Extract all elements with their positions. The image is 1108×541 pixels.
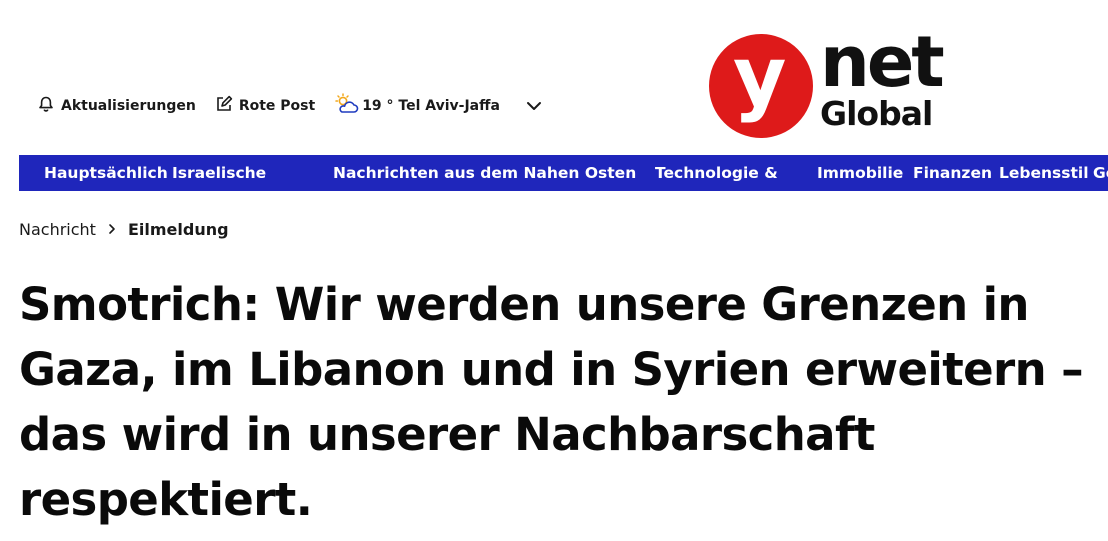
nav-item-israeli[interactable]: Israelische	[172, 155, 266, 191]
logo-net-text: net	[820, 21, 945, 103]
chevron-right-icon	[108, 223, 116, 235]
breadcrumb-current[interactable]: Eilmeldung	[128, 220, 229, 239]
updates-label: Aktualisierungen	[61, 98, 196, 114]
nav-item-real-estate[interactable]: Immobilie	[817, 155, 903, 191]
weather-label: 19 ° Tel Aviv-Jaffa	[362, 98, 500, 114]
updates-link[interactable]: Aktualisierungen	[37, 95, 196, 117]
nav-item-technology[interactable]: Technologie &	[655, 155, 778, 191]
bell-icon	[37, 95, 61, 117]
nav-item-middle-east[interactable]: Nachrichten aus dem Nahen Osten	[333, 155, 636, 191]
red-alert-link[interactable]: Rote Post	[215, 95, 315, 117]
partly-cloudy-icon	[334, 93, 362, 119]
chevron-down-icon	[526, 97, 542, 116]
expand-button[interactable]	[526, 97, 542, 116]
breadcrumb: Nachricht Eilmeldung	[19, 218, 229, 240]
nav-item-lifestyle[interactable]: Lebensstil	[999, 155, 1089, 191]
edit-icon	[215, 95, 239, 117]
nav-item-finance[interactable]: Finanzen	[913, 155, 992, 191]
nav-item-overflow[interactable]: Ge	[1093, 155, 1108, 191]
utility-bar: Aktualisierungen Rote Post 19 ° Tel Aviv…	[37, 93, 542, 119]
main-nav: Hauptsächlich Israelische Nachrichten au…	[19, 155, 1108, 191]
logo-global-text: Global	[820, 94, 933, 133]
nav-item-main[interactable]: Hauptsächlich	[44, 155, 168, 191]
red-alert-label: Rote Post	[238, 98, 316, 114]
weather-widget[interactable]: 19 ° Tel Aviv-Jaffa	[334, 93, 500, 119]
breadcrumb-parent[interactable]: Nachricht	[19, 220, 96, 239]
site-header: Aktualisierungen Rote Post 19 ° Tel Aviv…	[0, 0, 1108, 150]
logo-y-letter: y	[733, 30, 787, 125]
article-headline: Smotrich: Wir werden unsere Grenzen in G…	[19, 278, 1084, 526]
ynet-global-logo[interactable]: y net Global	[709, 21, 949, 138]
